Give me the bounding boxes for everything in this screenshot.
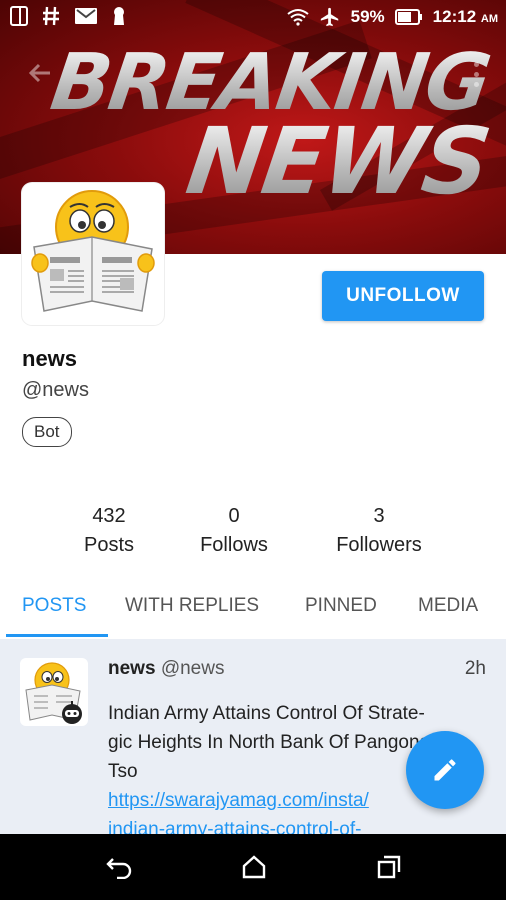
nav-home-icon[interactable] [239, 852, 269, 882]
keyhole-icon [114, 7, 124, 25]
stat-followers-label: Followers [336, 534, 422, 556]
tab-posts[interactable]: POSTS [22, 595, 86, 617]
system-nav-bar [0, 834, 506, 900]
unfollow-button[interactable]: UNFOLLOW [322, 271, 484, 321]
compose-button[interactable] [406, 731, 484, 809]
nav-recents-icon[interactable] [374, 852, 404, 882]
tab-pinned[interactable]: PINNED [305, 595, 377, 617]
stat-posts[interactable]: 432 Posts [49, 505, 169, 557]
back-arrow-icon[interactable] [28, 60, 52, 91]
profile-tabs: POSTS WITH REPLIES PINNED MEDIA [0, 580, 506, 638]
gmail-icon [75, 8, 97, 24]
post-timestamp: 2h [464, 658, 486, 679]
battery-icon [394, 9, 422, 25]
stat-followers-value: 3 [373, 505, 385, 527]
tab-media[interactable]: MEDIA [418, 595, 478, 617]
post-author-name: news [108, 658, 156, 679]
stat-followers[interactable]: 3 Followers [319, 505, 439, 557]
tab-indicator [6, 634, 108, 637]
hash-icon [43, 6, 59, 26]
post-author-handle: @news [160, 658, 225, 679]
bot-badge: Bot [22, 417, 72, 447]
profile-avatar[interactable] [22, 183, 164, 325]
wifi-icon [287, 9, 309, 26]
post-avatar[interactable] [20, 658, 88, 726]
banner-text-news: NEWS [180, 108, 496, 215]
battery-percent: 59% [350, 7, 385, 26]
tab-with-replies[interactable]: WITH REPLIES [125, 595, 259, 617]
stat-posts-value: 432 [92, 505, 126, 527]
post-link[interactable]: indian-army-attains-control-of- [108, 815, 488, 834]
airplane-icon [320, 7, 338, 27]
stat-follows-value: 0 [228, 505, 240, 527]
newspaper-bot-emoji-icon [25, 662, 82, 724]
nav-back-icon[interactable] [104, 852, 134, 882]
clock: 12:12 AM [432, 7, 498, 26]
post-author[interactable]: news @news [108, 658, 224, 680]
more-vert-icon[interactable] [474, 62, 480, 92]
display-name: news [22, 346, 78, 371]
status-bar: 59% 12:12 AM [0, 0, 506, 36]
stat-follows[interactable]: 0 Follows [174, 505, 294, 557]
newspaper-emoji-icon [31, 190, 155, 312]
post-text-line: Indian Army Attains Control Of Strate- [108, 703, 425, 724]
user-handle: @news [22, 379, 89, 401]
pencil-icon [434, 759, 456, 781]
stat-posts-label: Posts [83, 534, 135, 556]
sim-icon [10, 6, 28, 26]
stat-follows-label: Follows [200, 534, 268, 556]
